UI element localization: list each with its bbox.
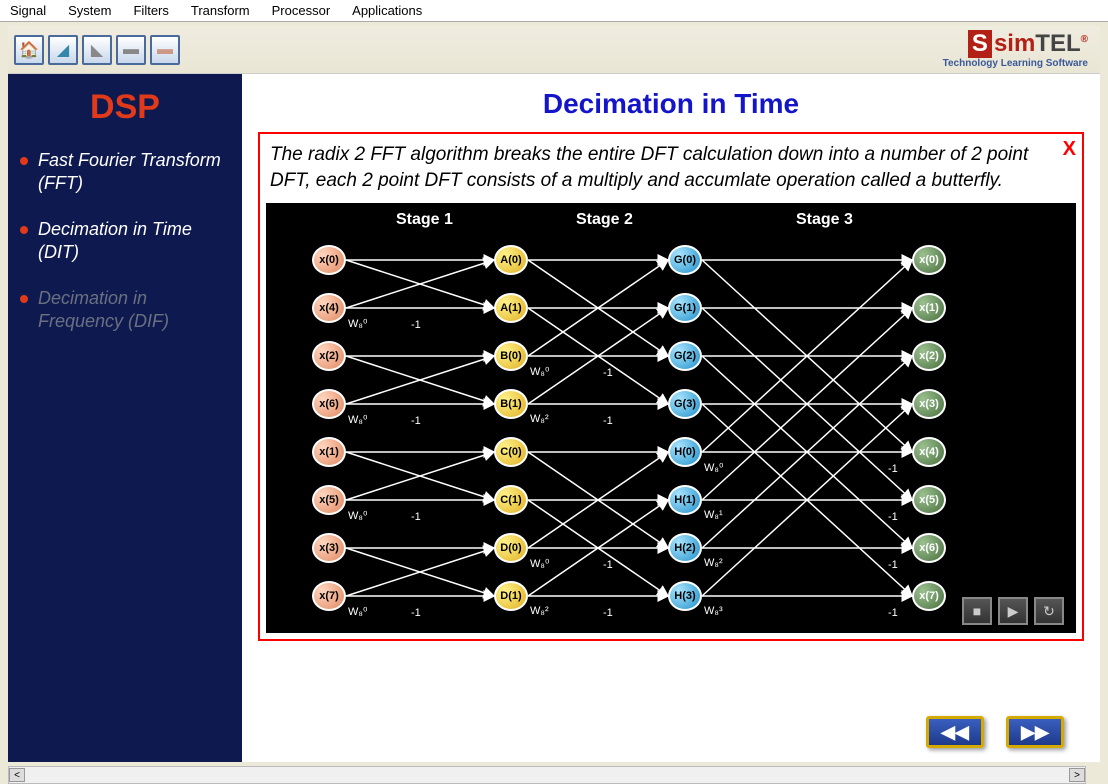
tool-icon: ▬ — [123, 41, 139, 59]
menu-filters[interactable]: Filters — [129, 1, 172, 20]
tool-icon: ▬ — [157, 41, 173, 59]
minus-one-label: -1 — [603, 607, 613, 619]
home-button[interactable]: 🏠 — [14, 35, 44, 65]
minus-one-label: -1 — [888, 511, 898, 523]
minus-one-label: -1 — [603, 367, 613, 379]
prev-button[interactable]: ◀◀ — [926, 716, 984, 748]
minus-one-label: -1 — [411, 607, 421, 619]
close-button[interactable]: X — [1063, 138, 1076, 161]
twiddle-label: W₈² — [530, 605, 549, 617]
next-icon: ▶▶ — [1021, 722, 1049, 743]
minus-one-label: -1 — [411, 319, 421, 331]
twiddle-label: W₈⁰ — [530, 365, 549, 378]
twiddle-label: W₈⁰ — [704, 461, 723, 474]
sidebar-title: DSP — [20, 88, 230, 127]
sidebar-item-label: Fast Fourier Transform (FFT) — [38, 149, 230, 196]
stage-label: Stage 1 — [396, 211, 453, 229]
minus-one-label: -1 — [888, 559, 898, 571]
brand-logo: SsimTEL® Technology Learning Software — [943, 30, 1088, 69]
prev-icon: ◀◀ — [941, 722, 969, 743]
page-title: Decimation in Time — [258, 88, 1084, 120]
sidebar-item-fft[interactable]: Fast Fourier Transform (FFT) — [20, 149, 230, 196]
butterfly-diagram: Stage 1 Stage 2 Stage 3 ■ ▶ ↻ x(0)A(0)G(… — [266, 203, 1076, 633]
twiddle-label: W₈⁰ — [348, 509, 367, 522]
stop-icon: ■ — [973, 603, 981, 619]
menu-applications[interactable]: Applications — [348, 1, 426, 20]
sidebar-item-dif[interactable]: Decimation in Frequency (DIF) — [20, 287, 230, 334]
minus-one-label: -1 — [411, 415, 421, 427]
sidebar: DSP Fast Fourier Transform (FFT) Decimat… — [8, 74, 242, 762]
bullet-icon — [20, 226, 28, 234]
minus-one-label: -1 — [411, 511, 421, 523]
page-nav: ◀◀ ▶▶ — [926, 716, 1064, 748]
play-icon: ▶ — [1008, 603, 1019, 620]
bullet-icon — [20, 295, 28, 303]
scroll-right-button[interactable]: > — [1069, 768, 1085, 782]
stage-label: Stage 3 — [796, 211, 853, 229]
twiddle-label: W₈⁰ — [348, 317, 367, 330]
minus-one-label: -1 — [603, 415, 613, 427]
minus-one-label: -1 — [603, 559, 613, 571]
toolbar-button-2[interactable]: ◢ — [48, 35, 78, 65]
stage-label: Stage 2 — [576, 211, 633, 229]
menu-processor[interactable]: Processor — [268, 1, 335, 20]
twiddle-label: W₈² — [704, 557, 723, 569]
stop-button[interactable]: ■ — [962, 597, 992, 625]
twiddle-label: W₈² — [530, 413, 549, 425]
twiddle-label: W₈³ — [704, 605, 723, 617]
reload-icon: ↻ — [1043, 603, 1055, 620]
minus-one-label: -1 — [888, 607, 898, 619]
twiddle-label: W₈¹ — [704, 509, 723, 521]
tool-icon: ◣ — [91, 40, 103, 60]
sidebar-item-dit[interactable]: Decimation in Time (DIT) — [20, 218, 230, 265]
playback-controls: ■ ▶ ↻ — [962, 597, 1064, 625]
home-icon: 🏠 — [19, 40, 39, 60]
tool-icon: ◢ — [57, 40, 69, 60]
reload-button[interactable]: ↻ — [1034, 597, 1064, 625]
next-button[interactable]: ▶▶ — [1006, 716, 1064, 748]
menu-transform[interactable]: Transform — [187, 1, 254, 20]
description-text: The radix 2 FFT algorithm breaks the ent… — [266, 138, 1076, 203]
toolbar: 🏠 ◢ ◣ ▬ ▬ SsimTEL® Technology Learning S… — [8, 26, 1100, 74]
twiddle-label: W₈⁰ — [530, 557, 549, 570]
menu-bar[interactable]: Signal System Filters Transform Processo… — [0, 0, 1108, 22]
play-button[interactable]: ▶ — [998, 597, 1028, 625]
content-area: Decimation in Time X The radix 2 FFT alg… — [242, 74, 1100, 762]
horizontal-scrollbar[interactable]: < > — [8, 766, 1086, 784]
toolbar-button-5[interactable]: ▬ — [150, 35, 180, 65]
sidebar-item-label: Decimation in Frequency (DIF) — [38, 287, 230, 334]
toolbar-button-3[interactable]: ◣ — [82, 35, 112, 65]
twiddle-label: W₈⁰ — [348, 605, 367, 618]
menu-signal[interactable]: Signal — [6, 1, 50, 20]
diagram-panel: X The radix 2 FFT algorithm breaks the e… — [258, 132, 1084, 641]
sidebar-item-label: Decimation in Time (DIT) — [38, 218, 230, 265]
minus-one-label: -1 — [888, 463, 898, 475]
toolbar-button-4[interactable]: ▬ — [116, 35, 146, 65]
twiddle-label: W₈⁰ — [348, 413, 367, 426]
scroll-left-button[interactable]: < — [9, 768, 25, 782]
menu-system[interactable]: System — [64, 1, 115, 20]
bullet-icon — [20, 157, 28, 165]
